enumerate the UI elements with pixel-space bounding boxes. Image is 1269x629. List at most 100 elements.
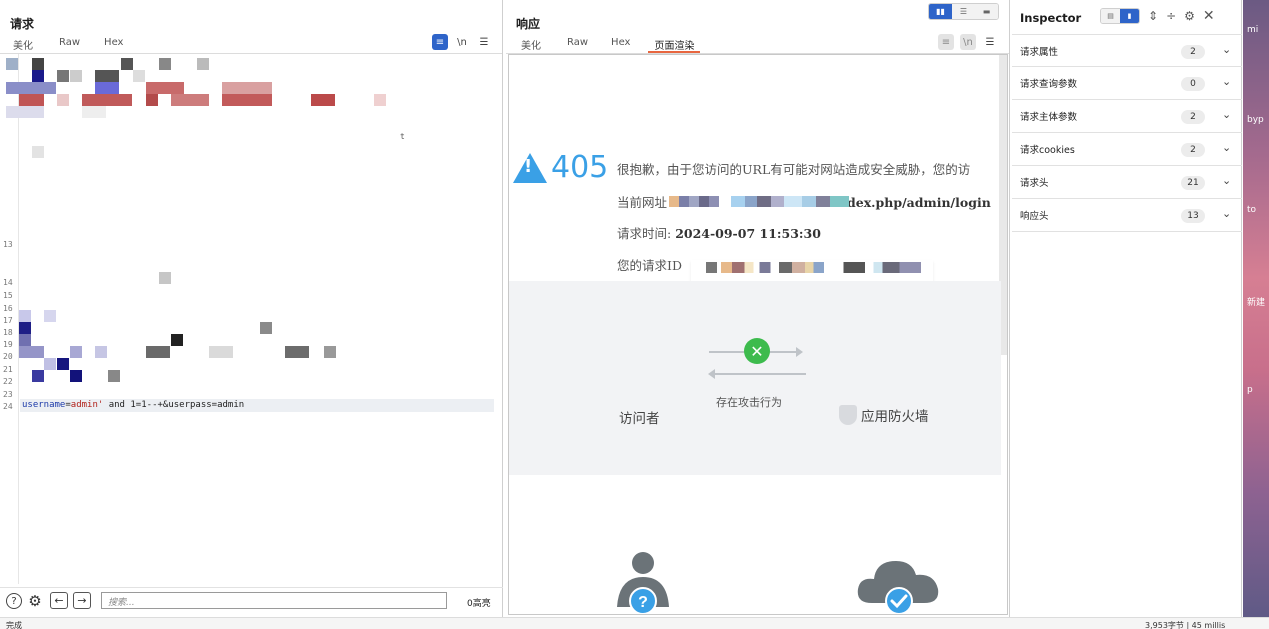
inspector-row-cookies[interactable]: 请求cookies 2 ⌄ (1012, 133, 1242, 166)
wrap-icon[interactable]: ≡ (938, 34, 954, 50)
line-number: 20 (3, 352, 13, 361)
redacted-block (6, 106, 44, 118)
inspector-row-query-params[interactable]: 请求查询参数 0 ⌄ (1012, 67, 1242, 100)
tab-raw[interactable]: Raw (555, 37, 602, 53)
block-message: 很抱歉，由于您访问的URL有可能对网站造成安全威胁，您的访 (617, 162, 971, 177)
request-footer: ? ⚙ ← → 搜索... 0高亮 (0, 587, 503, 613)
line-number: 16 (3, 304, 13, 313)
desktop-icon-label[interactable]: mi (1247, 25, 1258, 35)
single-pane-icon[interactable]: ▬ (975, 4, 998, 19)
desktop-icon-label[interactable]: to (1247, 205, 1256, 215)
redacted-block (57, 70, 69, 82)
redacted-block (311, 94, 335, 106)
redacted-block (260, 322, 272, 334)
tab-hex[interactable]: Hex (94, 37, 137, 53)
response-title: 响应 (516, 17, 541, 31)
desktop-icon-label[interactable]: p (1247, 385, 1253, 395)
expand-all-icon[interactable]: ⇕ (1148, 9, 1158, 23)
split-vertical-icon[interactable]: ☰ (952, 4, 975, 19)
row-count: 2 (1181, 45, 1205, 59)
payload-line[interactable]: username=admin' and 1=1--+&userpass=admi… (20, 399, 494, 412)
stray-char: t (400, 132, 405, 141)
cloud-firewall-icon (857, 561, 939, 614)
menu-icon[interactable]: ☰ (476, 34, 492, 50)
gear-icon[interactable]: ⚙ (27, 592, 43, 610)
redacted-block (70, 70, 82, 82)
search-input[interactable]: 搜索... (101, 592, 447, 609)
chevron-down-icon[interactable]: ⌄ (1222, 43, 1231, 56)
payload-rest: and 1=1--+&userpass=admin (103, 400, 245, 410)
desktop-icon-label[interactable]: byp (1247, 115, 1264, 125)
inspector-row-body-params[interactable]: 请求主体参数 2 ⌄ (1012, 100, 1242, 133)
wrap-icon[interactable]: ≡ (432, 34, 448, 50)
request-id-row: 您的请求ID (617, 255, 682, 274)
collapse-all-icon[interactable]: ÷ (1166, 9, 1176, 23)
redacted-block (171, 334, 183, 346)
param-value: admin' (70, 400, 104, 410)
row-count: 0 (1181, 77, 1205, 91)
redacted-block (222, 82, 272, 94)
highlight-count: 0高亮 (467, 599, 491, 609)
redacted-block (222, 94, 272, 106)
newline-icon[interactable]: \n (454, 34, 470, 50)
back-arrow-icon[interactable]: ← (50, 592, 68, 609)
menu-icon[interactable]: ☰ (982, 34, 998, 50)
response-tabs: 美化 Raw Hex 页面渲染 (521, 37, 710, 53)
redacted-block (95, 346, 107, 358)
chevron-down-icon[interactable]: ⌄ (1222, 108, 1231, 121)
inspector-row-request-headers[interactable]: 请求头 21 ⌄ (1012, 166, 1242, 199)
line-number: 18 (3, 328, 13, 337)
settings-icon[interactable]: ⚙ (1184, 9, 1195, 23)
request-pane: 请求 美化 Raw Hex ≡ \n ☰ t 13 14 15 16 17 18… (0, 0, 503, 617)
request-toolbar: ≡ \n ☰ (432, 34, 492, 50)
chevron-down-icon[interactable]: ⌄ (1222, 75, 1231, 88)
forward-arrow-icon[interactable]: → (73, 592, 91, 609)
line-number: 24 (3, 402, 13, 411)
tab-raw[interactable]: Raw (47, 37, 94, 53)
tab-pretty[interactable]: 美化 (13, 37, 47, 53)
request-time-value: 2024-09-07 11:53:30 (675, 226, 821, 241)
request-editor[interactable]: t 13 14 15 16 17 18 19 20 21 22 23 24 us… (0, 54, 502, 584)
cross-icon: ✕ (744, 338, 770, 364)
visitor-icon: ? (617, 552, 669, 614)
redacted-block (171, 94, 209, 106)
line-number: 23 (3, 390, 13, 399)
redacted-block (6, 58, 18, 70)
chevron-down-icon[interactable]: ⌄ (1222, 207, 1231, 220)
current-url-value: dex.php/admin/login (847, 195, 991, 210)
line-number: 14 (3, 278, 13, 287)
panel-layout-icon[interactable]: ▮ (1120, 9, 1139, 23)
row-count: 13 (1181, 209, 1205, 223)
tab-hex[interactable]: Hex (602, 37, 648, 53)
redacted-block (19, 334, 31, 346)
list-layout-icon[interactable]: ▤ (1101, 9, 1120, 23)
redacted-block (95, 70, 119, 82)
close-icon[interactable]: ✕ (1203, 8, 1215, 24)
desktop-icon-label[interactable]: 新建 (1247, 295, 1265, 308)
redacted-block (32, 146, 44, 158)
line-number: 15 (3, 291, 13, 300)
warning-exclamation: ! (524, 156, 533, 177)
redacted-block (70, 370, 82, 382)
current-url-label: 当前网址 (617, 195, 668, 210)
status-right: 3,953字节 | 45 millis (1145, 621, 1226, 629)
request-time-label: 请求时间: (617, 226, 676, 241)
request-tabs: 美化 Raw Hex (13, 37, 137, 53)
redacted-block (57, 94, 69, 106)
newline-icon[interactable]: \n (960, 34, 976, 50)
row-label: 请求主体参数 (1020, 112, 1078, 123)
row-count: 21 (1181, 176, 1205, 190)
tab-pretty[interactable]: 美化 (521, 37, 555, 53)
inspector-row-response-headers[interactable]: 响应头 13 ⌄ (1012, 199, 1242, 232)
chevron-down-icon[interactable]: ⌄ (1222, 174, 1231, 187)
help-icon[interactable]: ? (6, 593, 22, 609)
tab-render[interactable]: 页面渲染 (648, 37, 701, 53)
redacted-block (19, 322, 31, 334)
line-number: 17 (3, 316, 13, 325)
rendered-page[interactable]: 405 ! 很抱歉，由于您访问的URL有可能对网站造成安全威胁，您的访 当前网址… (508, 54, 1008, 615)
inspector-panel: Inspector ▤ ▮ ⇕ ÷ ⚙ ✕ 请求属性 2 ⌄ 请求查询参数 0 … (1012, 0, 1242, 617)
split-horizontal-icon[interactable]: ▮▮ (929, 4, 952, 19)
arrow-left (714, 373, 806, 375)
inspector-row-request-attributes[interactable]: 请求属性 2 ⌄ (1012, 34, 1242, 67)
chevron-down-icon[interactable]: ⌄ (1222, 141, 1231, 154)
